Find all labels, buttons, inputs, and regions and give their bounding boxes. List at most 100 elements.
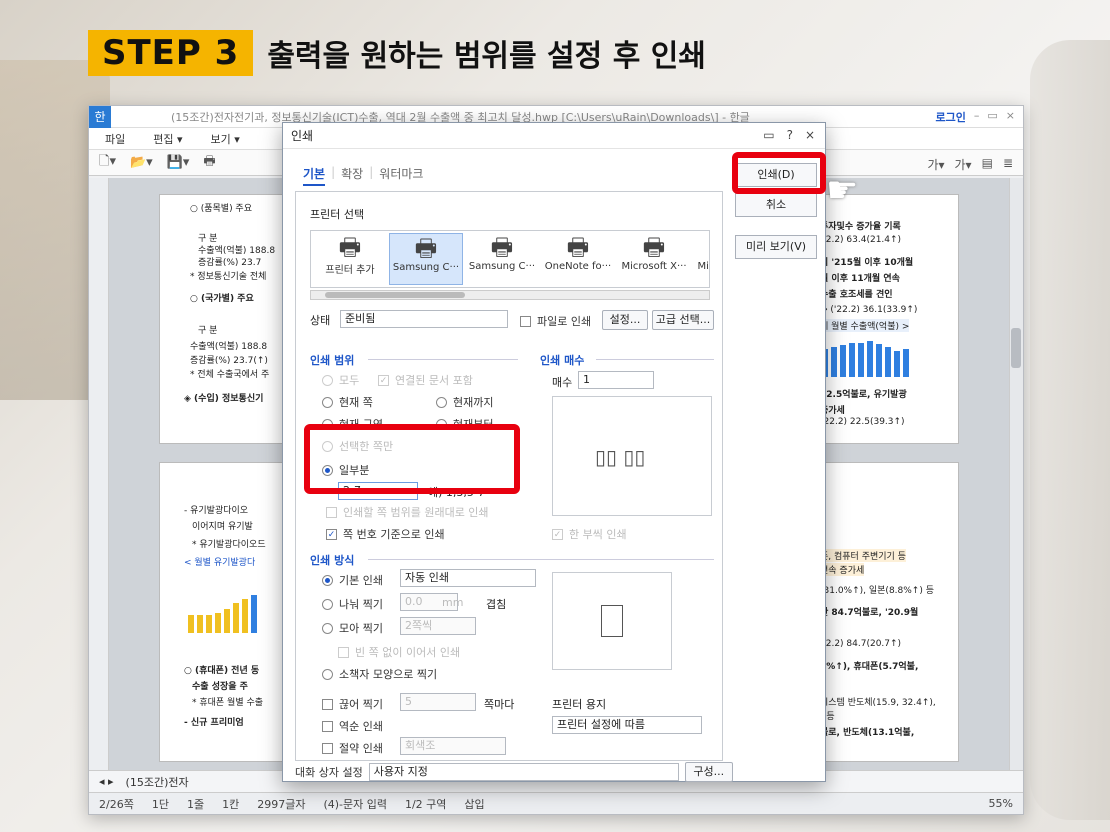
tab-watermark[interactable]: 워터마크 — [379, 165, 423, 186]
doc-line: 수출 호조세를 견인 — [820, 290, 893, 300]
printer-label: Micr — [697, 261, 709, 272]
method-gather-radio[interactable]: 모아 찍기 — [322, 620, 383, 636]
dialog-setting-select[interactable]: 사용자 지정 — [368, 763, 679, 781]
printer-add[interactable]: 🖶 프린터 추가 — [313, 233, 387, 285]
print-icon[interactable]: 🖶 — [203, 152, 215, 174]
window-close-icon[interactable]: × — [1006, 109, 1015, 125]
tab-basic[interactable]: 기본 — [303, 165, 326, 186]
doc-bar-chart-yellow — [188, 593, 257, 633]
radio-dot — [322, 622, 333, 634]
tab-separator: | — [331, 165, 336, 179]
doc-line: 시스템 반도체(15.9, 32.4↑), — [820, 698, 936, 708]
printer-onenote[interactable]: 🖶 OneNote fo··· — [541, 233, 615, 285]
radio-label: 나눠 찍기 — [339, 598, 383, 611]
cancel-button[interactable]: 취소 — [735, 193, 817, 217]
printer-samsung-2[interactable]: 🖶 Samsung C··· — [465, 233, 539, 285]
scrollbar-thumb[interactable] — [1011, 328, 1021, 368]
printer-icon: 🖶 — [566, 233, 590, 261]
doc-chart-bar — [215, 613, 221, 633]
setup-button[interactable]: 설정... — [602, 310, 648, 330]
printer-scroll-thumb[interactable] — [325, 292, 465, 298]
reverse-print-checkbox[interactable]: 역순 인쇄 — [322, 718, 383, 734]
doc-line: < 월별 유기발광다 — [184, 558, 256, 568]
printer-microsoft-xps[interactable]: 🖶 Microsoft X··· — [617, 233, 691, 285]
page-number-basis-checkbox[interactable]: ✓ 쪽 번호 기준으로 인쇄 — [326, 526, 445, 542]
doc-line: 증감률(%) 23.7 — [198, 258, 262, 268]
range-all-radio[interactable]: 모두 — [322, 372, 359, 388]
checkbox-box — [326, 506, 337, 518]
checkbox-label: 한 부씩 인쇄 — [569, 528, 627, 541]
printer-scrollbar[interactable] — [310, 290, 710, 300]
doc-chart-bar — [831, 347, 837, 377]
printer-icon: 🖶 — [414, 234, 438, 262]
file-print-checkbox[interactable]: 파일로 인쇄 — [520, 313, 591, 329]
linked-doc-checkbox[interactable]: ✓ 연결된 문서 포함 — [378, 372, 473, 388]
status-count: 2997글자 — [257, 797, 306, 811]
doc-chart-bar — [224, 609, 230, 633]
window-minimize-icon[interactable]: – — [974, 109, 980, 125]
tab-nav-icon[interactable]: ◂ ▸ — [99, 775, 114, 788]
radio-dot — [322, 668, 333, 680]
range-until-current-radio[interactable]: 현재까지 — [436, 394, 493, 410]
compose-button[interactable]: 구성... — [684, 762, 733, 782]
paper-select[interactable]: 프린터 설정에 따름 — [552, 716, 702, 734]
doc-line: * 정보통신기술 전체 — [190, 272, 267, 282]
printer-micr[interactable]: 🖶Micr — [693, 233, 709, 285]
method-basic-select[interactable]: 자동 인쇄 — [400, 569, 536, 587]
cut-value-input[interactable]: 5 — [400, 693, 476, 711]
vertical-ruler — [89, 178, 109, 770]
preview-button[interactable]: 미리 보기(V) — [735, 235, 817, 259]
method-basic-radio[interactable]: 기본 인쇄 — [322, 572, 383, 588]
save-mode-select[interactable]: 회색조 — [400, 737, 506, 755]
doc-line: 투자및수 증가율 기록 — [820, 222, 901, 232]
window-maximize-icon[interactable]: ▭ — [987, 109, 997, 125]
document-tab[interactable]: (15조간)전자 — [126, 774, 189, 790]
menu-edit[interactable]: 편집 ▾ — [153, 131, 182, 147]
radio-dot — [322, 396, 333, 408]
hidden-range-checkbox[interactable]: 인쇄할 쪽 범위를 원래대로 인쇄 — [326, 504, 489, 520]
align-left-icon[interactable]: ▤ — [982, 156, 993, 173]
help-icon[interactable]: ? — [787, 128, 793, 142]
collate-pages-icon: ▯▯ ▯▯ — [595, 445, 646, 469]
advanced-button[interactable]: 고급 선택... — [652, 310, 714, 330]
zoom-level[interactable]: 55% — [989, 797, 1013, 810]
copies-input[interactable]: 1 — [578, 371, 654, 389]
doc-line: 구 분 — [198, 326, 218, 336]
save-print-checkbox[interactable]: 절약 인쇄 — [322, 740, 383, 756]
method-booklet-radio[interactable]: 소책자 모양으로 찍기 — [322, 666, 437, 682]
save-icon[interactable]: 💾▾ — [167, 155, 190, 170]
printer-label: Samsung C··· — [392, 262, 460, 273]
dialog-restore-icon[interactable]: ▭ — [763, 128, 774, 142]
status-line: 1줄 — [186, 797, 205, 811]
doc-line: → ('22.2) 36.1(33.9↑) — [820, 305, 918, 315]
gather-select[interactable]: 2쪽씩 — [400, 617, 476, 635]
range-current-page-radio[interactable]: 현재 쪽 — [322, 394, 373, 410]
collate-checkbox[interactable]: ✓ 한 부씩 인쇄 — [552, 526, 627, 542]
font-color-icon[interactable]: 가▾ — [955, 156, 972, 173]
vertical-scrollbar[interactable] — [1009, 178, 1023, 770]
divider — [596, 359, 714, 360]
align-center-icon[interactable]: ≣ — [1003, 156, 1013, 173]
font-size-icon[interactable]: 가▾ — [927, 156, 944, 173]
printer-select-label: 프린터 선택 — [310, 208, 365, 221]
step-badge: STEP 3 — [88, 30, 254, 76]
method-split-radio[interactable]: 나눠 찍기 — [322, 596, 383, 612]
login-link[interactable]: 로그인 — [936, 109, 966, 125]
open-icon[interactable]: 📂▾ — [130, 155, 153, 170]
close-icon[interactable]: × — [805, 128, 815, 142]
doc-line: 간 84.7억불로, '20.9월 — [820, 608, 919, 618]
checkbox-box: ✓ — [378, 374, 389, 386]
tab-extended[interactable]: 확장 — [341, 165, 363, 186]
printer-samsung-1[interactable]: 🖶 Samsung C··· — [389, 233, 463, 285]
no-blank-checkbox[interactable]: 빈 쪽 없이 이어서 인쇄 — [338, 644, 460, 660]
cut-print-checkbox[interactable]: 끊어 찍기 — [322, 696, 383, 712]
doc-line: * 전체 수출국에서 주 — [190, 370, 270, 380]
doc-line: 연속 증가세 — [820, 563, 865, 576]
doc-chart-bar — [233, 603, 239, 633]
doc-line: 22.2) 84.7(20.7↑) — [820, 639, 902, 649]
step-banner: STEP 3 출력을 원하는 범위를 설정 후 인쇄 — [88, 22, 706, 84]
new-doc-icon[interactable]: 🗋▾ — [99, 152, 116, 174]
menu-file[interactable]: 파일 — [105, 131, 125, 147]
menu-view[interactable]: 보기 ▾ — [211, 131, 240, 147]
right-toolbar: 가▾ 가▾ ▤ ≣ — [927, 156, 1013, 173]
